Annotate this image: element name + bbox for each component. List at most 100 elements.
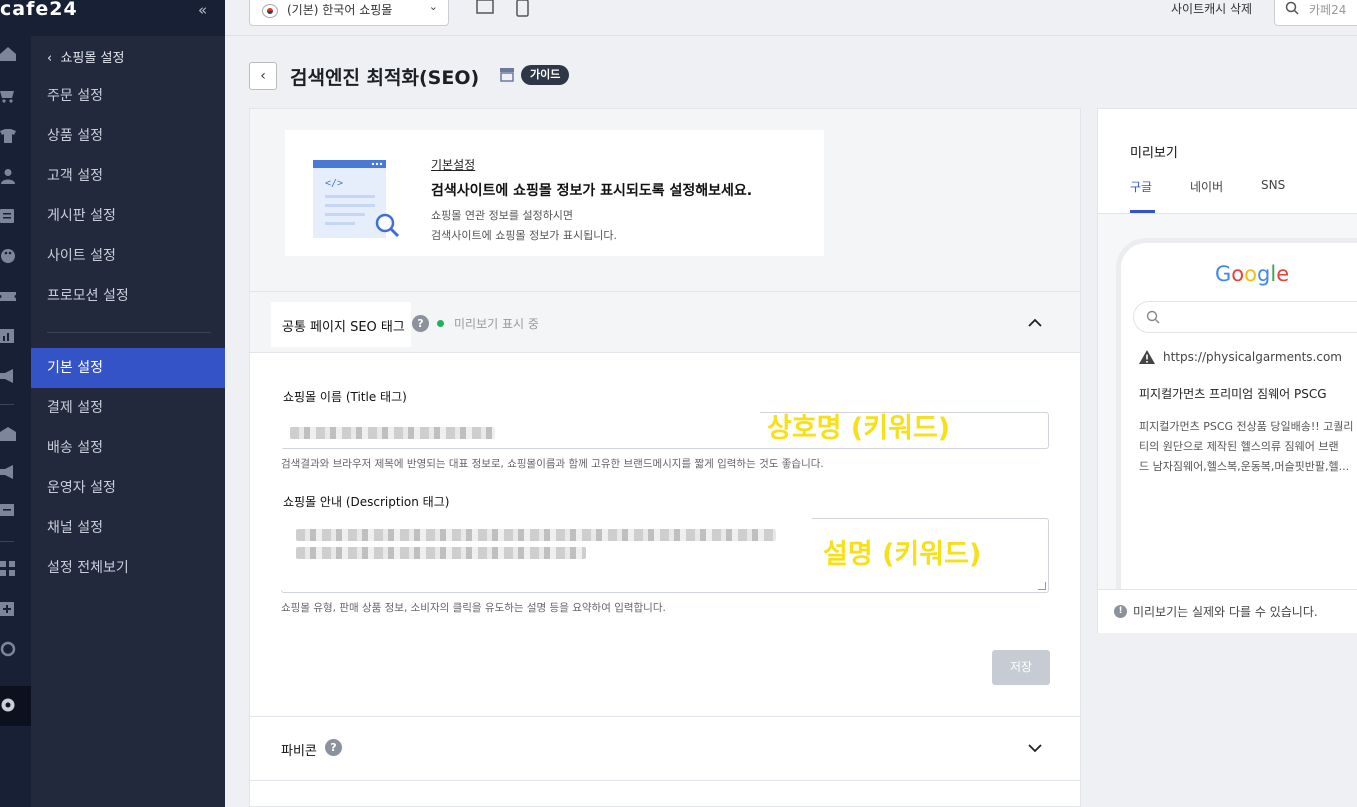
product-shirt-icon[interactable] [0,128,16,144]
preview-note: 미리보기는 실제와 다를 수 있습니다. [1133,605,1318,619]
sidebar-item-promotion[interactable]: 프로모션 설정 [31,276,225,316]
collapse-sidebar-icon[interactable]: « [198,1,207,19]
description-annotation: 설명 (키워드) [823,539,982,570]
result-title: 피지컬가먼츠 프리미엄 짐웨어 PSCG [1139,387,1327,401]
help-icon[interactable]: ? [325,739,342,756]
title-annotation: 상호명 (키워드) [767,413,951,444]
apps-grid-icon[interactable] [0,561,16,577]
result-description-line: 티의 원단으로 제작된 헬스의류 짐웨어 브랜 [1139,440,1339,453]
favicon-section-header[interactable]: 파비콘 ? [250,716,1080,781]
sidebar-item-shipping[interactable]: 배송 설정 [31,428,225,468]
preview-status: 미리보기 표시 중 [454,317,539,331]
guide-badge[interactable]: 가이드 [521,65,570,85]
sidebar-item-channel[interactable]: 채널 설정 [31,508,225,548]
info-banner: </> 기본설정 검색사이트에 쇼핑몰 정보가 표시되도록 설정해보세요. 쇼핑… [285,130,824,256]
cart-icon[interactable] [0,88,16,104]
settings-sidebar: ‹ 쇼핑몰 설정 주문 설정 상품 설정 고객 설정 게시판 설정 사이트 설정… [31,36,225,807]
logo-area: cafe24 « [0,0,225,36]
preview-title: 미리보기 [1130,146,1178,161]
board-icon[interactable] [0,208,16,224]
sidebar-item-order[interactable]: 주문 설정 [31,76,225,116]
search-icon [1146,310,1160,328]
plus-box-icon[interactable] [0,601,16,617]
chevron-left-icon: ‹ [260,68,266,84]
tab-sns[interactable]: SNS [1261,178,1285,192]
mall-select-value: (기본) 한국어 쇼핑몰 [287,3,393,17]
rail-divider [0,541,14,542]
sidebar-item-all-settings[interactable]: 설정 전체보기 [31,548,225,588]
pc-view-icon[interactable] [475,0,495,20]
store-add-icon[interactable] [0,502,16,518]
google-search-bar [1133,301,1357,333]
section-title: 공통 페이지 SEO 태그 [282,320,405,335]
banner-zone: </> 기본설정 검색사이트에 쇼핑몰 정보가 표시되도록 설정해보세요. 쇼핑… [250,109,1080,291]
page-back-button[interactable]: ‹ [249,62,277,90]
seo-settings-card: </> 기본설정 검색사이트에 쇼핑몰 정보가 표시되도록 설정해보세요. 쇼핑… [249,108,1081,807]
title-field-label-box: 쇼핑몰 이름 (Title 태그) [272,382,760,448]
search-placeholder: 카페24 [1309,3,1347,17]
result-description-line: 피지컬가먼츠 PSCG 전상품 당일배송!! 고퀄리 [1139,420,1354,433]
gear-icon[interactable] [0,697,16,713]
help-icon[interactable]: ? [412,315,429,332]
seo-tag-section-header[interactable]: 공통 페이지 SEO 태그 ? 미리보기 표시 중 [250,291,1080,353]
sidebar-back-label: 쇼핑몰 설정 [60,51,125,66]
cafe24-logo[interactable]: cafe24 [0,0,78,20]
sidebar-item-board[interactable]: 게시판 설정 [31,196,225,236]
home-icon[interactable] [0,46,16,62]
store-icon[interactable] [499,67,515,86]
promotion-ticket-icon[interactable] [0,288,16,304]
sidebar-item-customer[interactable]: 고객 설정 [31,156,225,196]
banner-headline: 검색사이트에 쇼핑몰 정보가 표시되도록 설정해보세요. [431,183,753,199]
chevron-up-icon[interactable] [1027,315,1043,335]
sidebar-item-payment[interactable]: 결제 설정 [31,388,225,428]
icon-rail: cafe24 « [0,0,225,807]
code-document-illustration: </> [313,160,408,245]
page-title: 검색엔진 최적화(SEO) [290,67,480,89]
tab-naver[interactable]: 네이버 [1190,178,1223,195]
preview-body: Google https://physicalgarments.com 피지컬가… [1098,214,1357,598]
sidebar-item-basic[interactable]: 기본 설정 [31,348,225,388]
warning-triangle-icon [1139,350,1155,368]
chevron-down-icon: ⌄ [428,0,438,13]
description-value-blurred [296,529,776,541]
chevron-down-icon[interactable] [1027,740,1043,760]
description-field-label-box: 쇼핑몰 안내 (Description 태그) [272,487,812,590]
top-bar: (기본) 한국어 쇼핑몰 ⌄ 사이트캐시 삭제 카페24 [225,0,1357,36]
sidebar-divider [47,332,211,333]
sidebar-item-admin[interactable]: 운영자 설정 [31,468,225,508]
basic-settings-link[interactable]: 기본설정 [431,156,475,173]
chevron-left-icon: ‹ [47,51,53,66]
result-url: https://physicalgarments.com [1163,350,1342,364]
resize-handle[interactable] [1038,582,1046,590]
title-field-label: 쇼핑몰 이름 (Title 태그) [283,390,407,404]
description-field-hint: 쇼핑몰 유형, 판매 상품 정보, 소비자의 클릭을 유도하는 설명 등을 요약… [281,602,666,614]
link-icon[interactable] [0,641,16,657]
mail-icon[interactable] [0,426,16,442]
marketing-icon[interactable] [0,368,16,384]
shop-title-value-blurred [290,427,495,439]
favicon-title: 파비콘 [281,744,317,759]
mall-select[interactable]: (기본) 한국어 쇼핑몰 ⌄ [249,0,449,26]
megaphone-icon[interactable] [0,464,16,480]
phone-mockup: Google https://physicalgarments.com 피지컬가… [1116,238,1357,598]
search-icon [1285,1,1299,19]
statistics-icon[interactable] [0,328,16,344]
tab-google[interactable]: 구글 [1130,178,1152,195]
sidebar-item-product[interactable]: 상품 설정 [31,116,225,156]
save-button[interactable]: 저장 [992,650,1050,685]
sidebar-item-site[interactable]: 사이트 설정 [31,236,225,276]
description-field-label: 쇼핑몰 안내 (Description 태그) [283,495,450,509]
section-title-box: 공통 페이지 SEO 태그 [271,302,411,347]
mobile-view-icon[interactable] [513,0,533,20]
status-dot-icon [437,320,444,327]
google-logo: Google [1215,262,1290,286]
sidebar-back-link[interactable]: ‹ 쇼핑몰 설정 [47,47,124,66]
title-field-hint: 검색결과와 브라우저 제목에 반영되는 대표 정보로, 쇼핑몰이름과 함께 고유… [281,458,824,470]
code-glyph: </> [325,178,343,189]
result-description-line: 드 남자짐웨어,헬스복,운동복,머슬핏반팔,헬... [1139,460,1350,473]
design-palette-icon[interactable] [0,248,16,264]
site-cache-delete-link[interactable]: 사이트캐시 삭제 [1171,0,1252,17]
korea-flag-icon [262,4,278,18]
top-search-input[interactable]: 카페24 [1274,0,1357,26]
customer-icon[interactable] [0,168,16,184]
